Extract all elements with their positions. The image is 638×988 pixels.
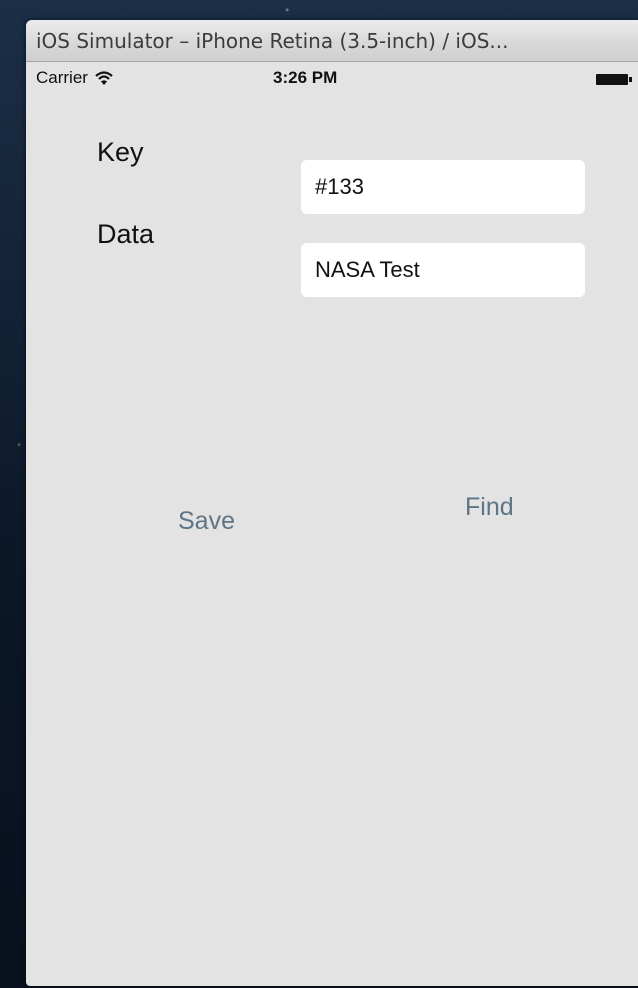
key-input[interactable]: #133 [301,160,585,214]
app-content: Key #133 Data NASA Test Save Find [26,96,638,986]
data-label: Data [97,219,155,249]
status-time: 3:26 PM [273,68,338,87]
window-titlebar[interactable]: iOS Simulator – iPhone Retina (3.5-inch)… [26,20,638,62]
find-button[interactable]: Find [465,493,514,522]
wifi-icon [95,71,113,85]
battery-icon [596,74,632,85]
carrier-label: Carrier [36,68,88,87]
carrier-indicator: Carrier [36,68,114,88]
save-button[interactable]: Save [178,507,235,536]
key-label: Key [97,137,144,167]
data-input[interactable]: NASA Test [301,243,585,297]
simulator-window: iOS Simulator – iPhone Retina (3.5-inch)… [26,20,638,986]
ios-status-bar: Carrier 3:26 PM [26,62,638,96]
window-title: iOS Simulator – iPhone Retina (3.5-inch)… [36,28,509,53]
